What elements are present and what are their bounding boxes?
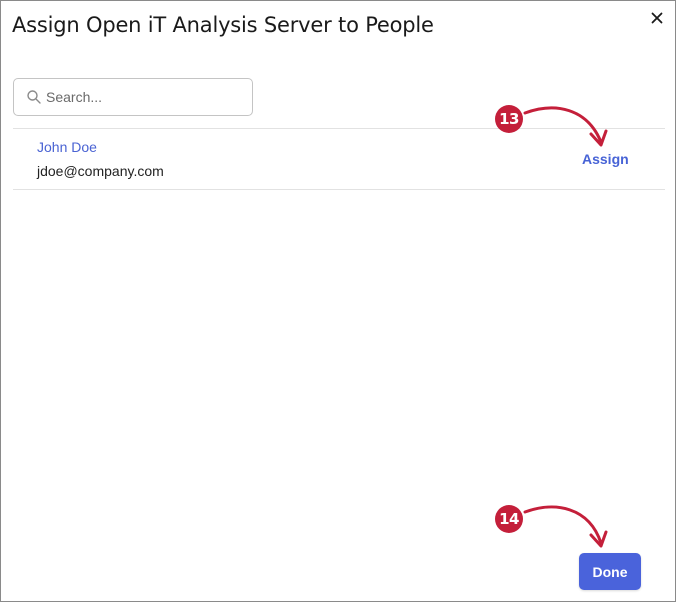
search-box bbox=[13, 78, 253, 116]
person-name-link[interactable]: John Doe bbox=[37, 139, 97, 155]
step-13-arrow-icon bbox=[523, 106, 608, 147]
close-icon bbox=[651, 12, 663, 24]
assign-dialog: Assign Open iT Analysis Server to People… bbox=[0, 0, 676, 602]
dialog-title: Assign Open iT Analysis Server to People bbox=[12, 13, 434, 37]
search-icon bbox=[27, 90, 41, 104]
close-button[interactable] bbox=[647, 8, 667, 28]
done-button[interactable]: Done bbox=[579, 553, 641, 590]
step-14-badge: 14 bbox=[495, 505, 523, 533]
person-email: jdoe@company.com bbox=[37, 163, 164, 179]
step-14-arrow-icon bbox=[523, 505, 608, 548]
step-13-badge: 13 bbox=[495, 105, 523, 133]
search-input[interactable] bbox=[46, 79, 246, 115]
list-bottom-divider bbox=[13, 189, 665, 190]
